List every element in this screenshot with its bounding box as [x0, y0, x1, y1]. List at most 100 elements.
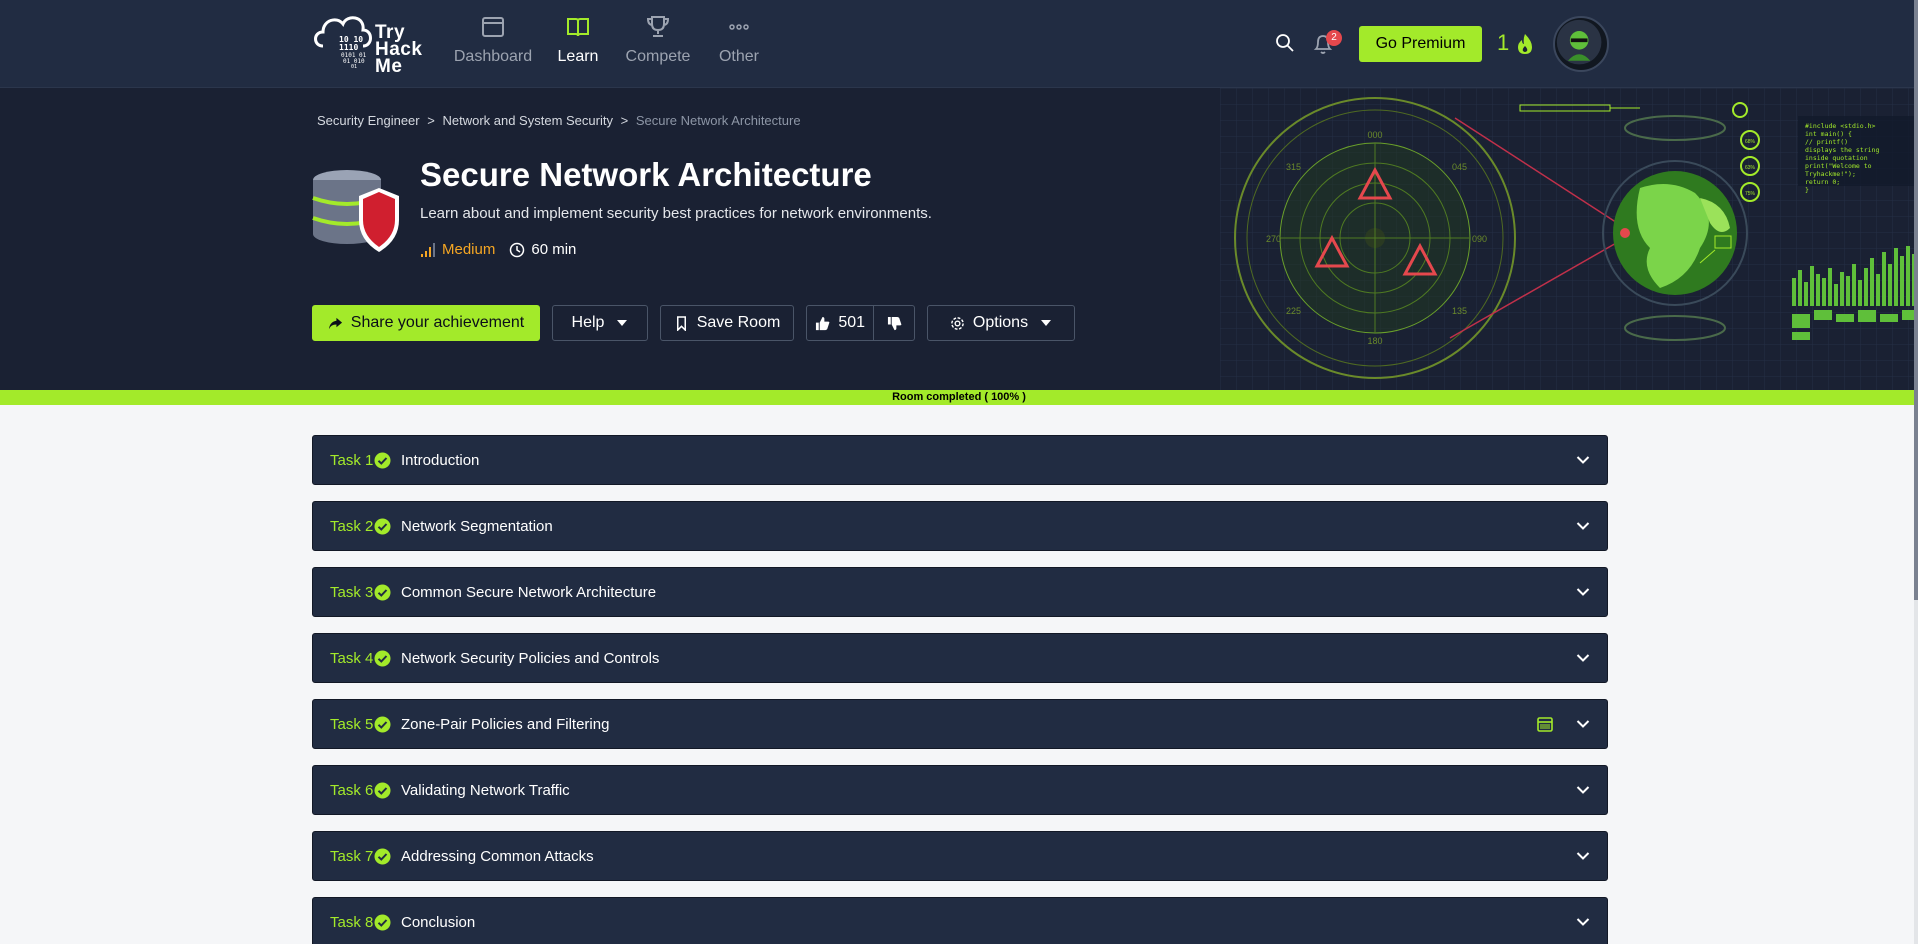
breadcrumb-network-system-security[interactable]: Network and System Security	[442, 113, 613, 128]
save-room-button[interactable]: Save Room	[660, 305, 794, 341]
task-title: Addressing Common Attacks	[401, 847, 594, 865]
task-row[interactable]: Task 8 Conclusion	[312, 897, 1608, 944]
page-scrollbar[interactable]	[1914, 0, 1918, 944]
machine-window-icon	[1537, 717, 1553, 732]
task-row[interactable]: Task 2 Network Segmentation	[312, 501, 1608, 551]
code-line-2: int main() {	[1805, 130, 1852, 138]
go-premium-button[interactable]: Go Premium	[1359, 26, 1482, 62]
task-number: Task 8	[330, 913, 374, 931]
breadcrumb-security-engineer[interactable]: Security Engineer	[317, 113, 420, 128]
chevron-down-icon[interactable]	[1576, 785, 1590, 795]
vote-group: 501	[806, 305, 915, 341]
share-icon	[328, 317, 342, 329]
task-number: Task 2	[330, 517, 374, 535]
thumbs-up-icon	[816, 316, 830, 330]
share-label: Share your achievement	[350, 314, 525, 331]
nav-other-label: Other	[718, 48, 759, 65]
code-line-8: return 0;	[1805, 178, 1840, 186]
task-title: Conclusion	[401, 913, 476, 931]
task-row[interactable]: Task 7 Addressing Common Attacks	[312, 831, 1608, 881]
more-dots-icon	[729, 24, 749, 30]
gauge-label-3: 75%	[1745, 191, 1756, 197]
check-circle-icon	[374, 518, 391, 534]
nav-learn[interactable]: Learn	[536, 14, 620, 66]
chevron-down-icon[interactable]	[1576, 521, 1590, 531]
nav-learn-label: Learn	[557, 48, 599, 65]
share-achievement-button[interactable]: Share your achievement	[312, 305, 540, 341]
room-title: Secure Network Architecture	[420, 156, 872, 193]
flame-icon	[1518, 34, 1532, 54]
nav-other[interactable]: Other	[697, 14, 781, 66]
nav-dashboard[interactable]: Dashboard	[451, 14, 535, 66]
chevron-down-icon[interactable]	[1576, 455, 1590, 465]
bookmark-icon	[676, 315, 686, 331]
user-avatar[interactable]	[1553, 16, 1609, 72]
task-row[interactable]: Task 4 Network Security Policies and Cont…	[312, 633, 1608, 683]
scrollbar-thumb[interactable]	[1914, 0, 1918, 600]
radar-label-135: 135	[1452, 306, 1467, 316]
task-row[interactable]: Task 3 Common Secure Network Architecture	[312, 567, 1608, 617]
upvote-count: 501	[838, 314, 866, 331]
thumbs-down-icon	[887, 316, 902, 330]
check-circle-icon	[374, 914, 391, 930]
options-dropdown-button[interactable]: Options	[927, 305, 1075, 341]
task-title: Common Secure Network Architecture	[401, 583, 657, 601]
check-circle-icon	[374, 716, 391, 732]
gauge-label-1: 68%	[1745, 139, 1756, 145]
help-dropdown-button[interactable]: Help	[552, 305, 648, 341]
radar-label-225: 225	[1286, 306, 1301, 316]
downvote-button[interactable]	[874, 306, 914, 340]
task-list: Task 1 Introduction Task 2 Network Segmenta…	[312, 435, 1608, 944]
nav-compete-label: Compete	[625, 48, 691, 65]
chevron-down-icon[interactable]	[1576, 719, 1590, 729]
difficulty-label: Medium	[442, 241, 496, 258]
check-circle-icon	[374, 584, 391, 600]
chevron-down-icon[interactable]	[1576, 851, 1590, 861]
room-description: Learn about and implement security best …	[420, 205, 932, 222]
options-label: Options	[972, 314, 1029, 331]
notification-badge: 2	[1326, 30, 1342, 46]
task-row[interactable]: Task 1 Introduction	[312, 435, 1608, 485]
gear-icon	[951, 316, 964, 330]
difficulty-bars-icon	[421, 242, 435, 257]
task-number: Task 5	[330, 715, 374, 733]
code-line-3: // printf()	[1805, 138, 1848, 146]
task-number: Task 4	[330, 649, 374, 667]
breadcrumb: Security Engineer > Network and System S…	[317, 113, 801, 128]
cloud-logo-icon: 10 10 1110 0101 01 01 010 01	[314, 16, 372, 70]
help-label: Help	[571, 314, 605, 331]
nav-compete[interactable]: Compete	[616, 14, 700, 66]
search-icon[interactable]	[1275, 33, 1295, 53]
room-hero-banner: 000 045 090 135 180 225 270 315 68% 63% …	[0, 88, 1918, 390]
clock-icon	[510, 242, 525, 257]
radar-label-180: 180	[1367, 336, 1382, 346]
chevron-down-icon[interactable]	[1576, 917, 1590, 927]
code-line-1: #include <stdio.h>	[1805, 122, 1876, 130]
check-circle-icon	[374, 452, 391, 468]
room-meta: Medium 60 min	[420, 241, 576, 258]
task-number: Task 6	[330, 781, 374, 799]
avatar-hacker-icon	[1556, 19, 1602, 65]
chevron-down-icon[interactable]	[1576, 653, 1590, 663]
code-line-7: Tryhackme!");	[1805, 170, 1856, 178]
room-database-shield-icon	[312, 170, 399, 252]
task-number: Task 1	[330, 451, 374, 469]
breadcrumb-separator: >	[427, 113, 435, 128]
trophy-icon	[646, 16, 670, 37]
chevron-down-icon[interactable]	[1576, 587, 1590, 597]
radar-label-045: 045	[1452, 162, 1467, 172]
task-title: Network Security Policies and Controls	[401, 649, 660, 667]
breadcrumb-current: Secure Network Architecture	[635, 113, 801, 128]
tryhackme-logo[interactable]: 10 10 1110 0101 01 01 010 01 Try Hack Me	[311, 10, 427, 76]
book-icon	[567, 18, 589, 37]
task-row[interactable]: Task 6 Validating Network Traffic	[312, 765, 1608, 815]
logo-binary-2: 1110	[339, 43, 358, 52]
upvote-button[interactable]: 501	[807, 306, 875, 340]
radar-label-090: 090	[1472, 234, 1487, 244]
radar-label-315: 315	[1286, 162, 1301, 172]
task-title: Validating Network Traffic	[401, 781, 570, 799]
breadcrumb-separator: >	[620, 113, 629, 128]
logo-wordmark: Try Hack Me	[375, 22, 423, 77]
task-row[interactable]: Task 5 Zone-Pair Policies and Filtering	[312, 699, 1608, 749]
room-progress-bar: Room completed ( 100% )	[0, 390, 1918, 405]
